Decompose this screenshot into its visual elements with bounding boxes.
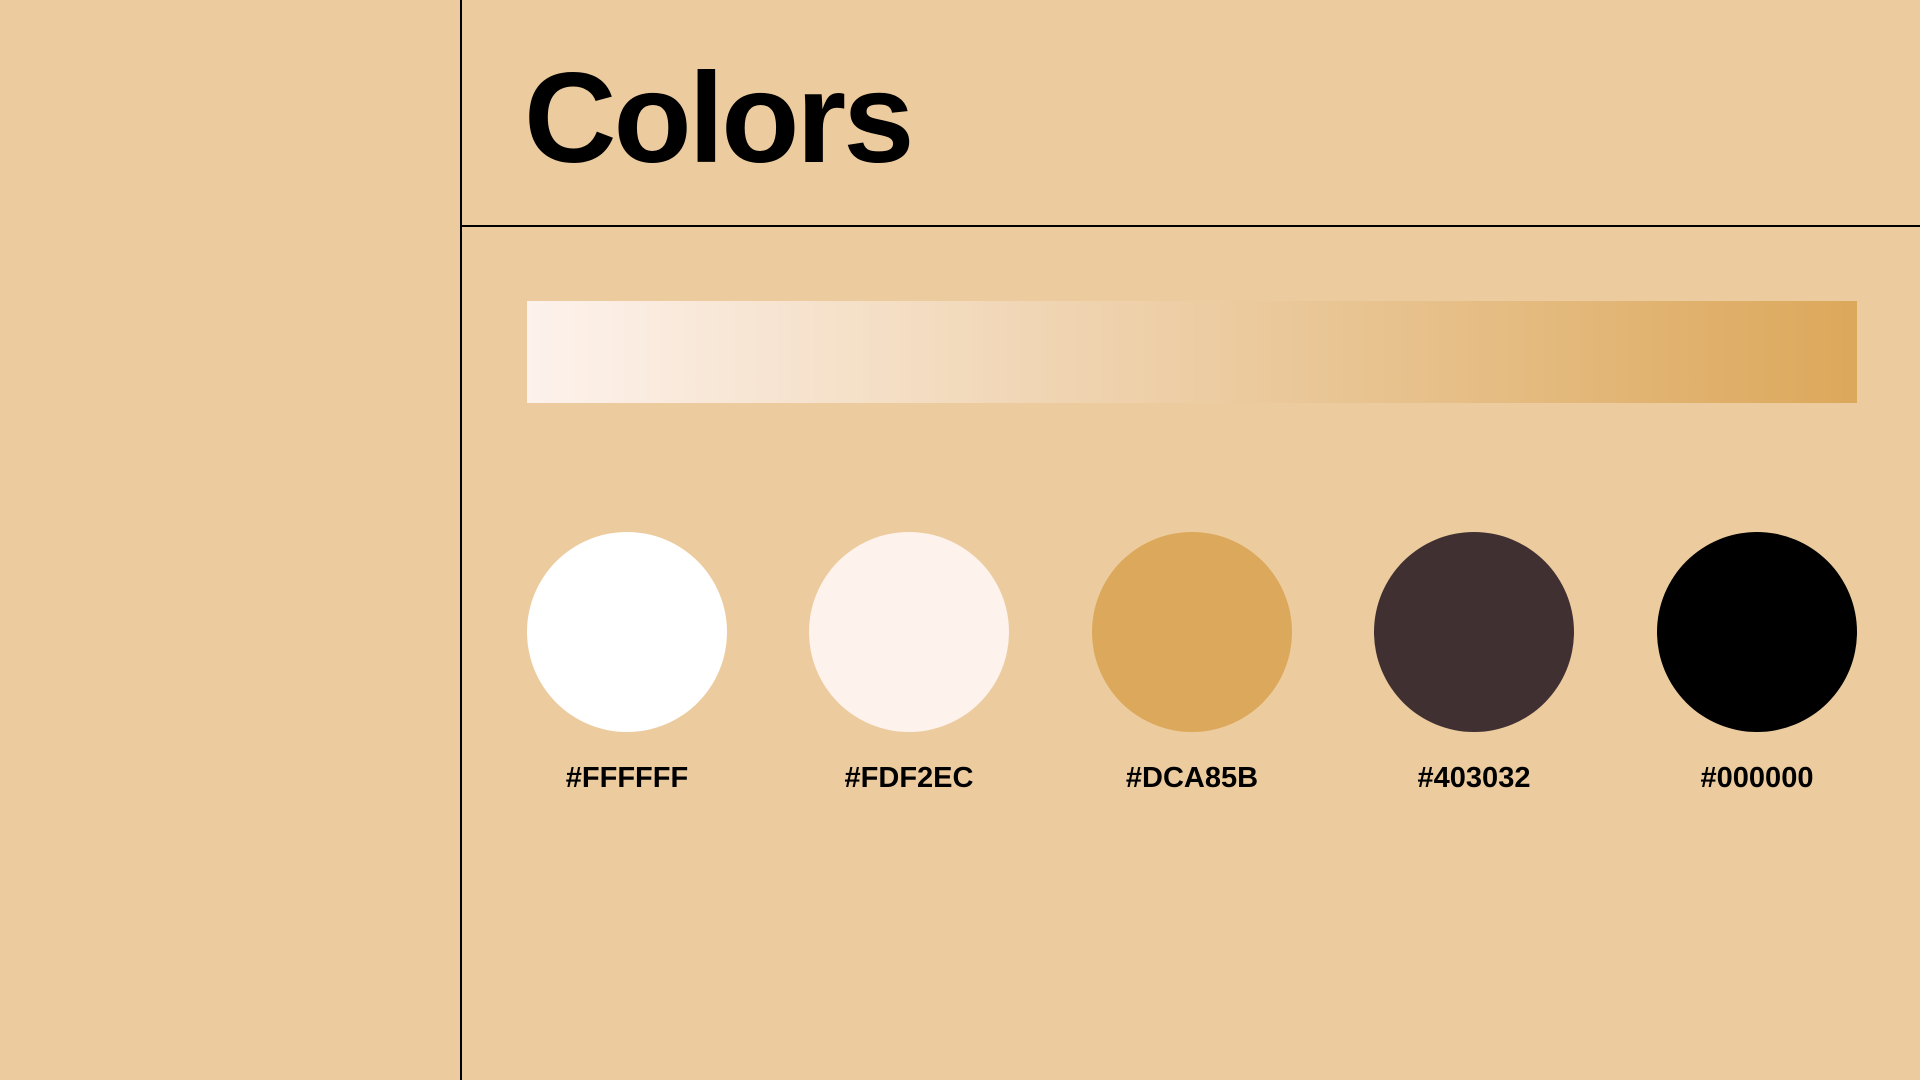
color-hex-label: #000000 xyxy=(1700,762,1814,794)
title-divider xyxy=(460,225,1920,227)
page-title: Colors xyxy=(524,47,914,190)
color-swatch: #403032 xyxy=(1374,532,1574,795)
color-circle xyxy=(809,532,1009,732)
color-circle xyxy=(1657,532,1857,732)
color-swatch: #000000 xyxy=(1657,532,1857,795)
color-circle xyxy=(1092,532,1292,732)
color-swatch: #FDF2EC xyxy=(809,532,1009,795)
color-swatch: #DCA85B xyxy=(1092,532,1292,795)
color-circle xyxy=(527,532,727,732)
color-hex-label: #FDF2EC xyxy=(844,762,974,794)
color-hex-label: #403032 xyxy=(1417,762,1531,794)
gradient-bar xyxy=(527,301,1857,403)
color-hex-label: #DCA85B xyxy=(1125,762,1259,794)
vertical-divider xyxy=(460,0,462,1080)
color-hex-label: #FFFFFF xyxy=(565,762,689,794)
color-circle xyxy=(1374,532,1574,732)
color-swatch: #FFFFFF xyxy=(527,532,727,795)
